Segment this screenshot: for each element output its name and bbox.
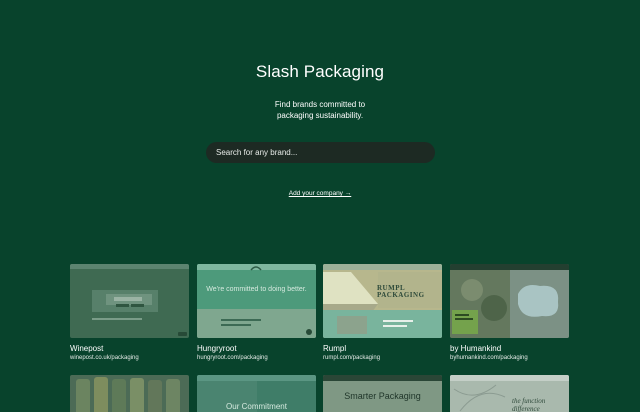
- thumbnail-headline: the function difference: [512, 397, 546, 412]
- thumbnail-headline: We're committed to doing better.: [206, 286, 307, 293]
- brand-name[interactable]: by Humankind: [450, 344, 569, 353]
- brand-card-winepost[interactable]: Winepost winepost.co.uk/packaging: [70, 264, 189, 361]
- thumbnail-art: [76, 377, 180, 412]
- add-company-container: Add your company →: [0, 190, 640, 197]
- thumbnail-art: [70, 264, 189, 336]
- brand-url[interactable]: winepost.co.uk/packaging: [70, 355, 189, 361]
- thumbnail-headline: RUMPL PACKAGING: [377, 284, 425, 299]
- brand-card-row2-4[interactable]: the function difference: [450, 375, 569, 412]
- brand-url[interactable]: byhumankind.com/packaging: [450, 355, 569, 361]
- search-input[interactable]: [206, 142, 435, 163]
- thumbnail-art: [197, 264, 316, 338]
- thumbnail-art: [450, 264, 569, 338]
- brand-thumbnail[interactable]: [450, 264, 569, 338]
- brand-thumbnail[interactable]: Our Commitment: [197, 375, 316, 412]
- brand-name[interactable]: Hungryroot: [197, 344, 316, 353]
- brand-url[interactable]: rumpl.com/packaging: [323, 355, 442, 361]
- brand-thumbnail[interactable]: RUMPL PACKAGING: [323, 264, 442, 338]
- brand-name[interactable]: Winepost: [70, 344, 189, 353]
- brand-thumbnail[interactable]: We're committed to doing better.: [197, 264, 316, 338]
- brand-card-hungryroot[interactable]: We're committed to doing better. Hungryr…: [197, 264, 316, 361]
- brand-card-row2-2[interactable]: Our Commitment: [197, 375, 316, 412]
- subtitle-line-1: Find brands committed to: [274, 100, 366, 109]
- thumbnail-headline: Smarter Packaging: [344, 391, 421, 401]
- brand-card-row2-1[interactable]: [70, 375, 189, 412]
- brand-thumbnail[interactable]: [70, 375, 189, 412]
- subtitle-line-2: packaging sustainability.: [276, 111, 364, 120]
- brand-thumbnail[interactable]: [70, 264, 189, 338]
- thumbnail-art: [323, 264, 442, 338]
- brand-thumbnail[interactable]: Smarter Packaging: [323, 375, 442, 412]
- thumbnail-headline: Our Commitment: [226, 402, 287, 411]
- brand-thumbnail[interactable]: the function difference: [450, 375, 569, 412]
- brand-card-by-humankind[interactable]: by Humankind byhumankind.com/packaging: [450, 264, 569, 361]
- brand-card-row2-3[interactable]: Smarter Packaging: [323, 375, 442, 412]
- page-title: Slash Packaging: [255, 62, 385, 81]
- page-subtitle: Find brands committed to packaging susta…: [0, 99, 640, 121]
- brand-url[interactable]: hungryroot.com/packaging: [197, 355, 316, 361]
- brand-name[interactable]: Rumpl: [323, 344, 442, 353]
- add-company-link[interactable]: Add your company →: [289, 190, 352, 197]
- brand-card-rumpl[interactable]: RUMPL PACKAGING Rumpl rumpl.com/packagin…: [323, 264, 442, 361]
